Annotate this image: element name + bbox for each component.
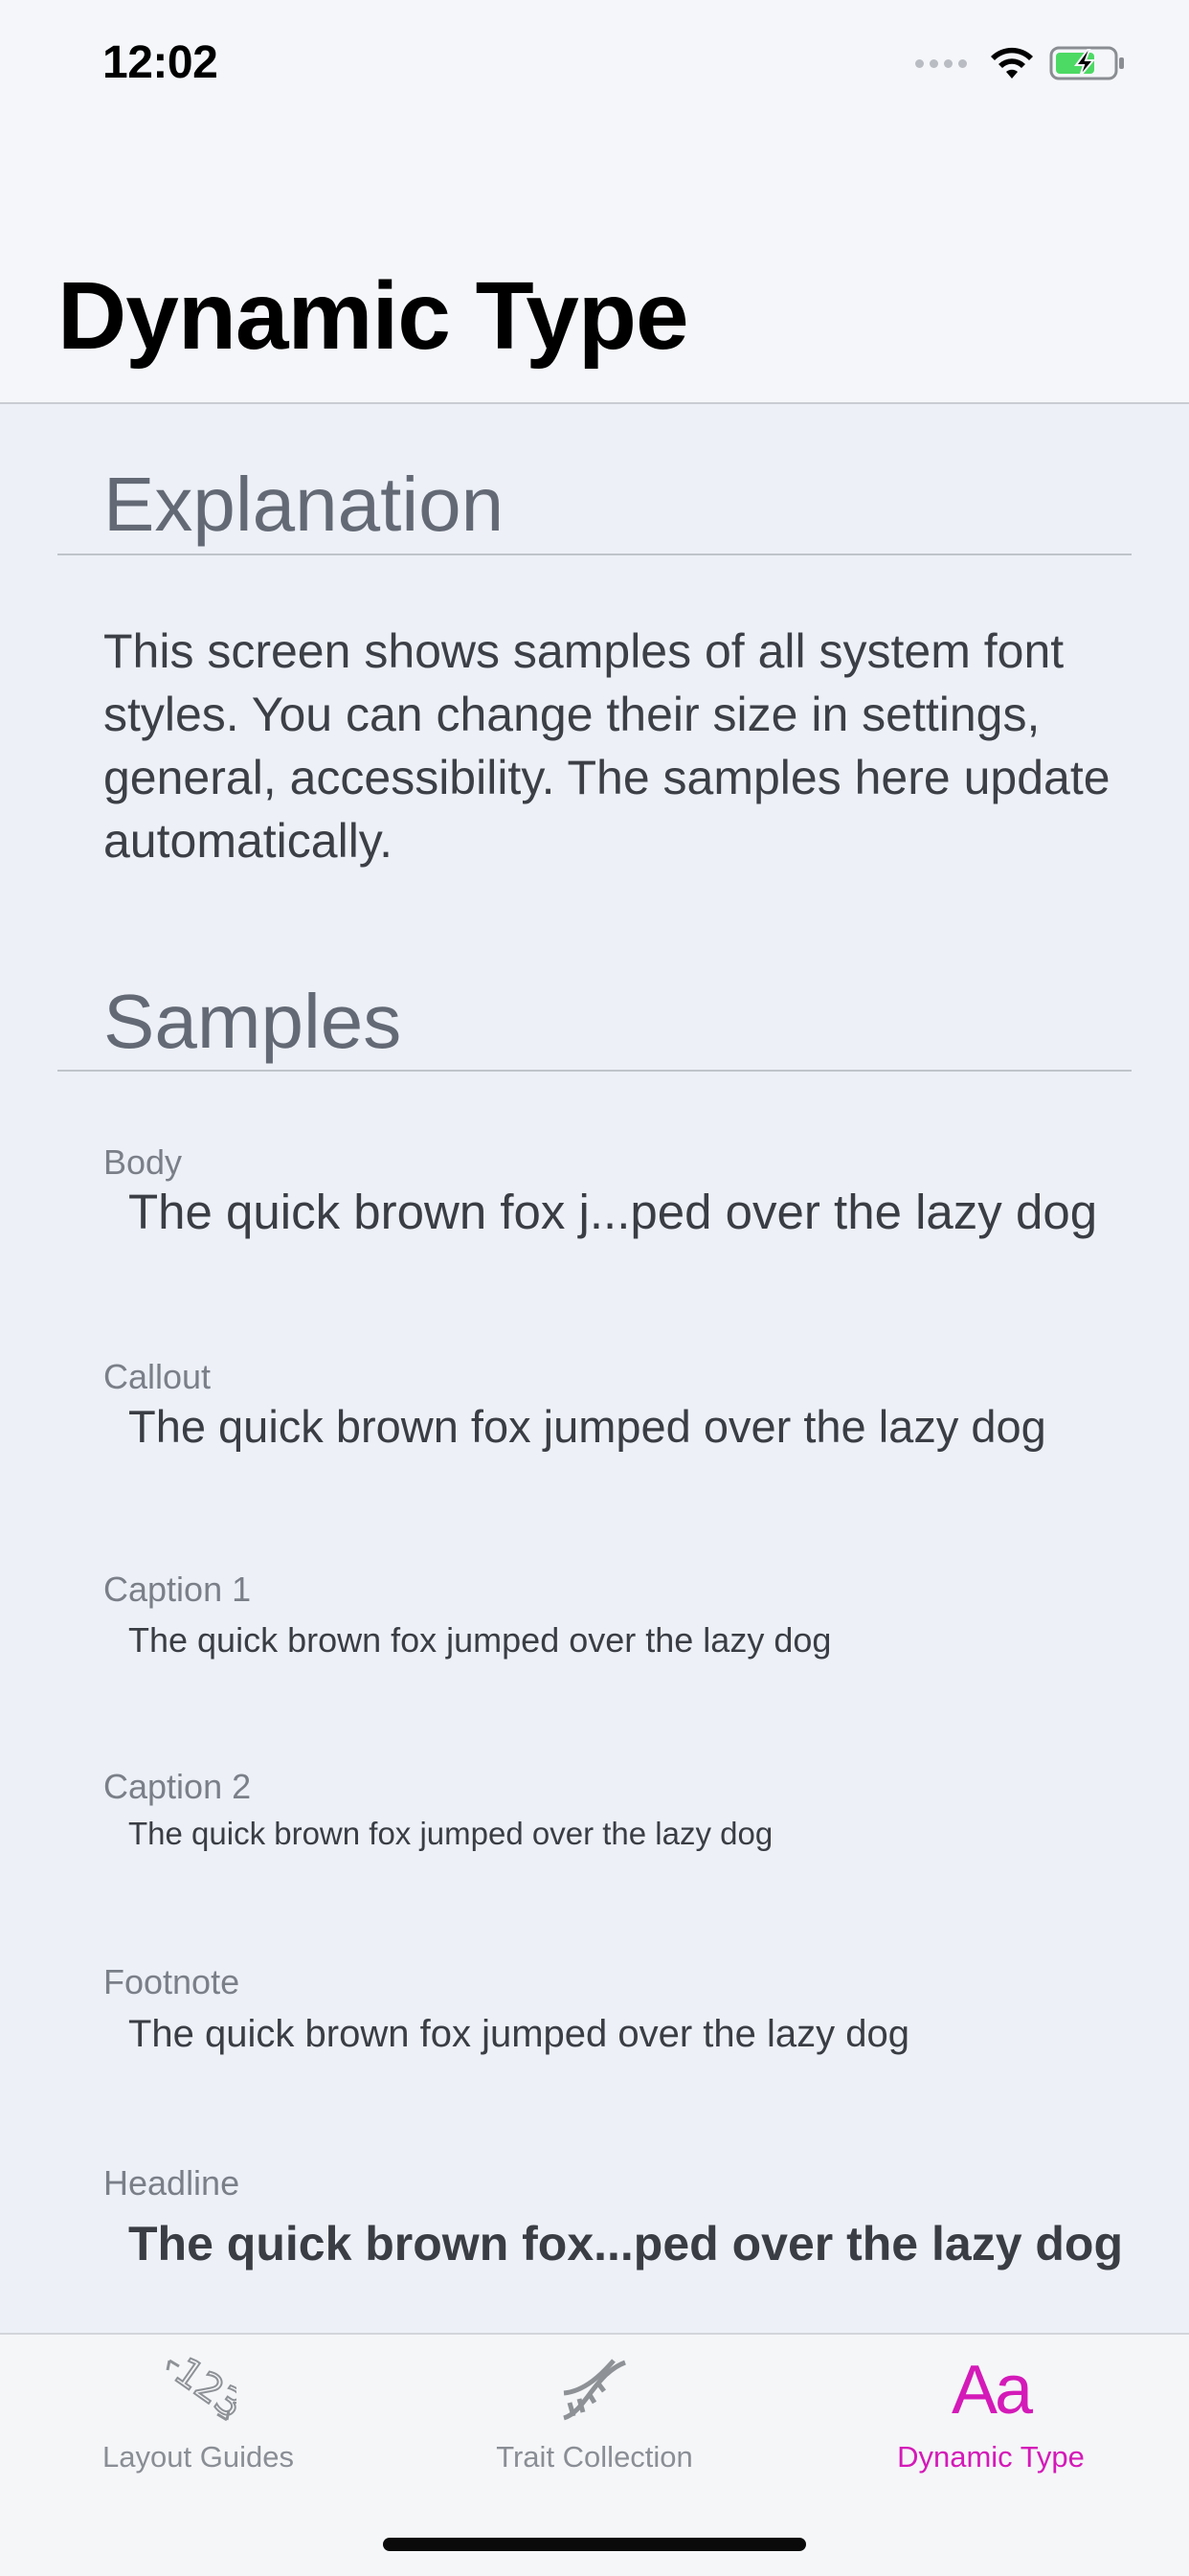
sample-text: The quick brown fox...ped over the lazy … <box>128 2217 1124 2271</box>
section-divider <box>57 554 1132 555</box>
status-time: 12:02 <box>102 37 218 88</box>
tab-dynamic-type[interactable]: Aa Dynamic Type <box>793 2335 1189 2517</box>
tab-label: Layout Guides <box>102 2440 294 2474</box>
sample-body: Body The quick brown fox j...ped over th… <box>103 1142 1156 1240</box>
tab-trait-collection[interactable]: Trait Collection <box>396 2335 793 2517</box>
tab-label: Dynamic Type <box>897 2440 1085 2474</box>
layout-guides-icon: 123 <box>0 2352 396 2429</box>
sample-headline: Headline The quick brown fox...ped over … <box>103 2163 1156 2271</box>
sample-callout: Callout The quick brown fox jumped over … <box>103 1357 1156 1453</box>
sample-text: The quick brown fox j...ped over the laz… <box>128 1185 1098 1239</box>
wifi-icon <box>991 47 1033 79</box>
sample-text: The quick brown fox jumped over the lazy… <box>128 1816 774 1851</box>
sample-label: Headline <box>103 2163 240 2203</box>
sample-label: Callout <box>103 1357 212 1396</box>
sample-label: Body <box>103 1142 183 1182</box>
sample-caption-2: Caption 2 The quick brown fox jumped ove… <box>103 1767 1156 1852</box>
page-title: Dynamic Type <box>57 262 689 370</box>
tab-label: Trait Collection <box>496 2440 693 2474</box>
sample-text: The quick brown fox jumped over the lazy… <box>128 2013 909 2055</box>
sample-caption-1: Caption 1 The quick brown fox jumped ove… <box>103 1570 1156 1661</box>
sample-label: Caption 2 <box>103 1767 252 1806</box>
tab-layout-guides[interactable]: 123 Layout Guides <box>0 2335 396 2517</box>
navigation-header: 12:02 Dynamic Type <box>0 0 1189 404</box>
explanation-text: This screen shows samples of all system … <box>103 624 1110 868</box>
text-size-icon: Aa <box>951 2352 1033 2429</box>
content-scroll-view[interactable]: Explanation This screen shows samples of… <box>0 404 1189 2333</box>
sample-label: Caption 1 <box>103 1570 252 1609</box>
section-title-samples: Samples <box>103 979 402 1064</box>
section-title-explanation: Explanation <box>103 462 505 547</box>
sample-text: The quick brown fox jumped over the lazy… <box>128 1401 1046 1452</box>
sample-text: The quick brown fox jumped over the lazy… <box>128 1620 832 1660</box>
section-divider <box>57 1070 1132 1072</box>
cellular-dots-icon <box>915 58 967 68</box>
sample-label: Footnote <box>103 1962 240 2001</box>
dna-icon <box>396 2352 793 2429</box>
battery-charging-icon <box>1049 46 1124 80</box>
status-icons <box>915 42 1126 84</box>
sample-footnote: Footnote The quick brown fox jumped over… <box>103 1962 1156 2056</box>
home-indicator[interactable] <box>383 2538 806 2551</box>
